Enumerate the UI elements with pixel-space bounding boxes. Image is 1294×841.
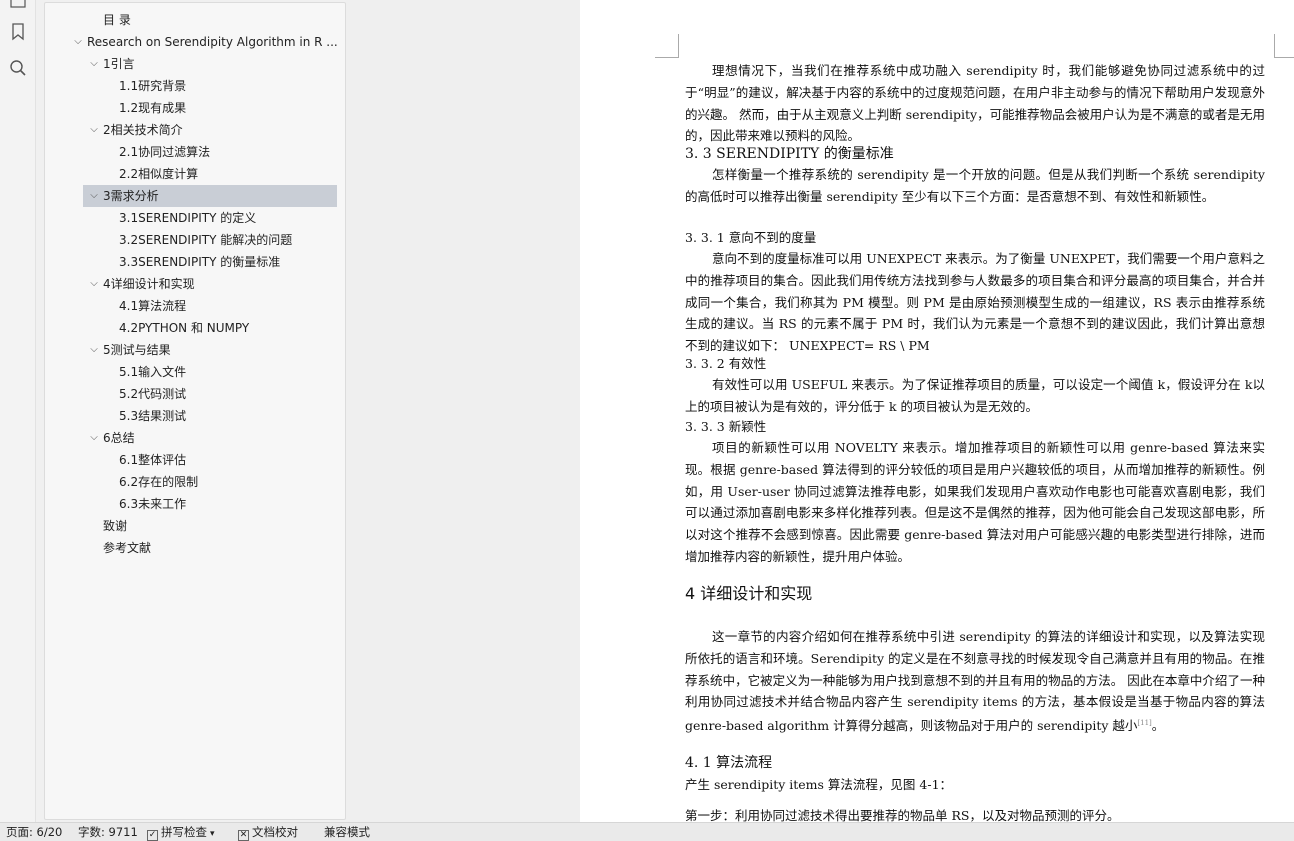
left-toolbar: [0, 0, 36, 822]
nav-item-references[interactable]: 参考文献: [45, 537, 345, 559]
nav-item-ch4[interactable]: ⌵ 4详细设计和实现: [45, 273, 345, 295]
nav-item-2-2[interactable]: 2.2相似度计算: [45, 163, 345, 185]
heading-4[interactable]: 4 详细设计和实现: [685, 583, 812, 605]
status-bar: 页面: 6/20 字数: 9711 ✓ 拼写检查 ▾ ✕ 文档校对 兼容模式: [0, 822, 1294, 841]
nav-item-root[interactable]: ⌵ Research on Serendipity Algorithm in R …: [45, 31, 345, 53]
citation[interactable]: [11]: [1137, 719, 1151, 727]
chevron-down-icon[interactable]: ⌵: [88, 427, 100, 449]
paragraph[interactable]: 产生 serendipity items 算法流程，见图 4-1：: [685, 774, 1265, 796]
chevron-down-icon[interactable]: ⌵: [72, 31, 84, 53]
spell-check-toggle[interactable]: ✓ 拼写检查 ▾: [147, 825, 215, 841]
paragraph[interactable]: 理想情况下，当我们在推荐系统中成功融入 serendipity 时，我们能够避免…: [685, 60, 1265, 147]
nav-item-6-3[interactable]: 6.3未来工作: [45, 493, 345, 515]
chevron-down-icon[interactable]: ⌵: [88, 339, 100, 361]
chevron-down-icon[interactable]: ⌵: [88, 119, 100, 141]
nav-item-2-1[interactable]: 2.1协同过滤算法: [45, 141, 345, 163]
chevron-down-icon[interactable]: ⌵: [88, 185, 100, 207]
doc-check-button[interactable]: ✕ 文档校对: [238, 825, 298, 841]
chevron-down-icon[interactable]: ⌵: [88, 53, 100, 75]
close-icon: ✕: [238, 830, 249, 841]
page-count[interactable]: 页面: 6/20: [6, 825, 62, 840]
paragraph[interactable]: 这一章节的内容介绍如何在推荐系统中引进 serendipity 的算法的详细设计…: [685, 626, 1265, 737]
paragraph[interactable]: 怎样衡量一个推荐系统的 serendipity 是一个开放的问题。但是从我们判断…: [685, 164, 1265, 208]
nav-item-5-1[interactable]: 5.1输入文件: [45, 361, 345, 383]
word-count[interactable]: 字数: 9711: [78, 825, 138, 840]
compat-mode: 兼容模式: [324, 825, 370, 839]
chevron-down-icon[interactable]: ⌵: [88, 273, 100, 295]
nav-item-6-1[interactable]: 6.1整体评估: [45, 449, 345, 471]
document-background: [346, 0, 580, 822]
nav-item-ch6[interactable]: ⌵ 6总结: [45, 427, 345, 449]
bookmark-icon[interactable]: [9, 23, 27, 41]
nav-item-3-3[interactable]: 3.3SERENDIPITY 的衡量标准: [45, 251, 345, 273]
nav-item-1-2[interactable]: 1.2现有成果: [45, 97, 345, 119]
nav-item-thanks[interactable]: 致谢: [45, 515, 345, 537]
nav-item-ch3[interactable]: ⌵ 3需求分析: [83, 185, 337, 207]
checkmark-icon: ✓: [147, 830, 158, 841]
nav-item-toc[interactable]: 目 录: [45, 9, 345, 31]
nav-item-5-2[interactable]: 5.2代码测试: [45, 383, 345, 405]
heading-4-1[interactable]: 4. 1 算法流程: [685, 753, 772, 773]
crop-mark: [1274, 34, 1294, 58]
paragraph[interactable]: 有效性可以用 USEFUL 来表示。为了保证推荐项目的质量，可以设定一个阈值 k…: [685, 374, 1265, 418]
document-page[interactable]: 理想情况下，当我们在推荐系统中成功融入 serendipity 时，我们能够避免…: [580, 0, 1294, 822]
paragraph[interactable]: 第一步：利用协同过滤技术得出要推荐的物品单 RS，以及对物品预测的评分。: [685, 805, 1265, 822]
nav-item-5-3[interactable]: 5.3结果测试: [45, 405, 345, 427]
heading-3-3[interactable]: 3. 3 SERENDIPITY 的衡量标准: [685, 144, 894, 164]
search-icon[interactable]: [9, 59, 27, 77]
navigation-pane: 目 录 ⌵ Research on Serendipity Algorithm i…: [44, 2, 346, 820]
nav-item-4-2[interactable]: 4.2PYTHON 和 NUMPY: [45, 317, 345, 339]
heading-3-3-3[interactable]: 3. 3. 3 新颖性: [685, 417, 766, 437]
chevron-down-icon[interactable]: ▾: [210, 829, 215, 839]
paragraph[interactable]: 项目的新颖性可以用 NOVELTY 来表示。增加推荐项目的新颖性可以用 genr…: [685, 437, 1265, 568]
heading-3-3-1[interactable]: 3. 3. 1 意向不到的度量: [685, 228, 816, 248]
nav-item-ch1[interactable]: ⌵ 1引言: [45, 53, 345, 75]
nav-item-4-1[interactable]: 4.1算法流程: [45, 295, 345, 317]
nav-item-6-2[interactable]: 6.2存在的限制: [45, 471, 345, 493]
paragraph[interactable]: 意向不到的度量标准可以用 UNEXPECT 来表示。为了衡量 UNEXPET，我…: [685, 248, 1265, 357]
outline-icon[interactable]: [9, 0, 27, 12]
nav-item-3-1[interactable]: 3.1SERENDIPITY 的定义: [45, 207, 345, 229]
heading-3-3-2[interactable]: 3. 3. 2 有效性: [685, 354, 766, 374]
nav-item-3-2[interactable]: 3.2SERENDIPITY 能解决的问题: [45, 229, 345, 251]
nav-item-1-1[interactable]: 1.1研究背景: [45, 75, 345, 97]
crop-mark: [655, 34, 679, 58]
nav-item-ch5[interactable]: ⌵ 5测试与结果: [45, 339, 345, 361]
nav-item-ch2[interactable]: ⌵ 2相关技术简介: [45, 119, 345, 141]
